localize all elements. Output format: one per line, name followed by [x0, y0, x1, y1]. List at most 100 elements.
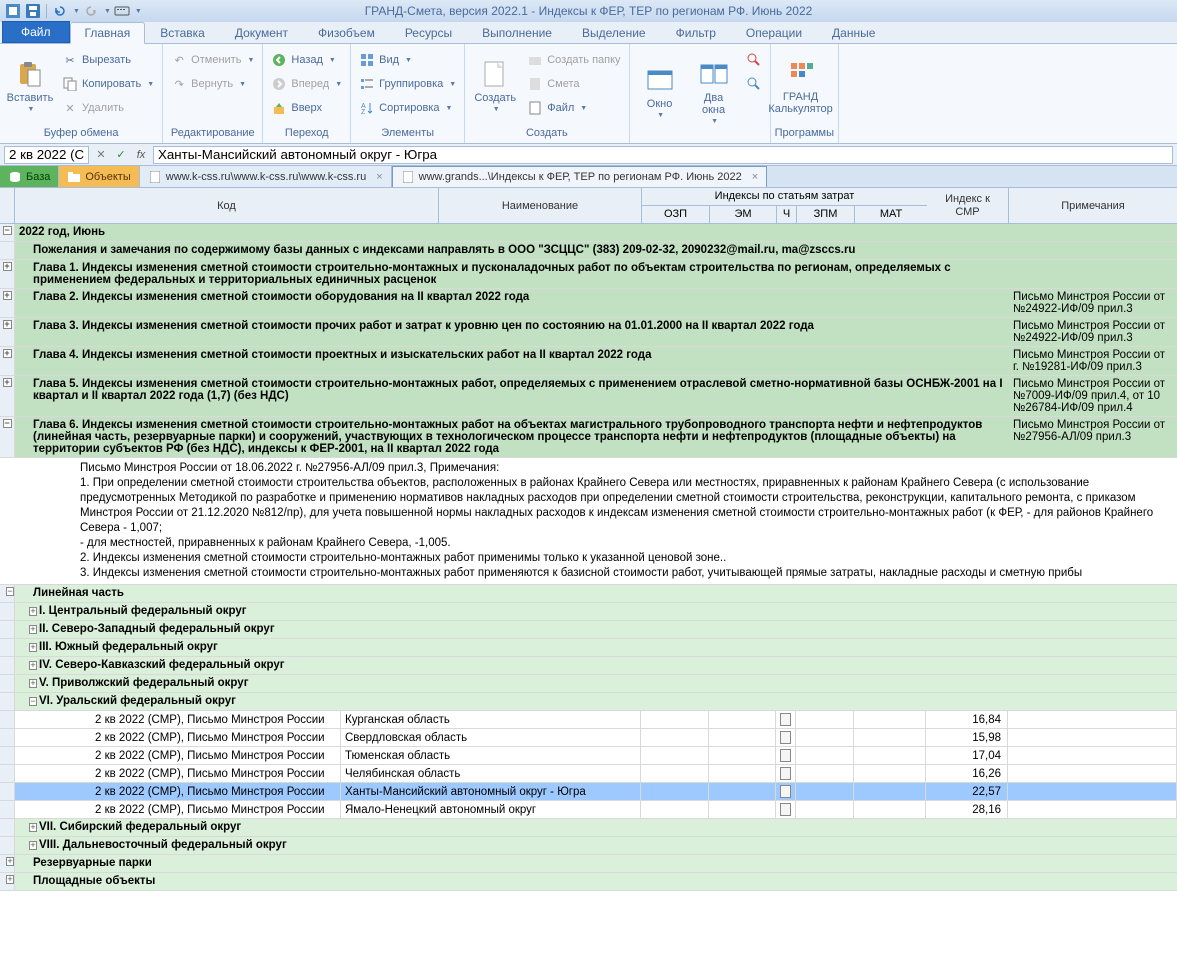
- col-mat[interactable]: МАТ: [855, 206, 927, 223]
- table-row[interactable]: 2 кв 2022 (СМР), Письмо Минстроя России …: [0, 801, 1177, 819]
- view-button[interactable]: Вид▼: [355, 48, 460, 72]
- table-row[interactable]: + Глава 4. Индексы изменения сметной сто…: [0, 347, 1177, 376]
- expander-icon[interactable]: +: [3, 349, 12, 358]
- calculator-button[interactable]: ГРАНД Калькулятор: [775, 46, 827, 125]
- create-folder-button[interactable]: Создать папку: [523, 48, 624, 72]
- delete-button[interactable]: ✕Удалить: [58, 96, 158, 120]
- keyboard-icon[interactable]: [113, 3, 131, 19]
- file-tab[interactable]: Файл: [2, 21, 70, 43]
- expander-icon[interactable]: +: [6, 857, 14, 866]
- tab-base[interactable]: База: [0, 166, 59, 187]
- tab-insert[interactable]: Вставка: [145, 22, 220, 43]
- name-box[interactable]: [4, 146, 89, 164]
- tab-objects[interactable]: Объекты: [59, 166, 139, 187]
- cut-button[interactable]: ✂Вырезать: [58, 48, 158, 72]
- undo-button[interactable]: ↶Отменить▼: [167, 48, 258, 72]
- tab-resources[interactable]: Ресурсы: [390, 22, 467, 43]
- sort-button[interactable]: AZСортировка▼: [355, 96, 460, 120]
- table-row[interactable]: 2 кв 2022 (СМР), Письмо Минстроя России …: [0, 729, 1177, 747]
- col-ozp[interactable]: ОЗП: [642, 206, 710, 223]
- table-row[interactable]: + III. Южный федеральный округ: [0, 639, 1177, 657]
- redo-dd[interactable]: ▼: [104, 8, 111, 15]
- up-button[interactable]: Вверх: [267, 96, 346, 120]
- undo-icon[interactable]: [51, 3, 69, 19]
- tab-physvol[interactable]: Физобъем: [303, 22, 390, 43]
- table-row[interactable]: − VI. Уральский федеральный округ: [0, 693, 1177, 711]
- table-row[interactable]: + Резервуарные парки: [0, 855, 1177, 873]
- qa-customize[interactable]: ▼: [135, 8, 142, 15]
- table-row[interactable]: + Глава 3. Индексы изменения сметной сто…: [0, 318, 1177, 347]
- col-name[interactable]: Наименование: [439, 188, 642, 223]
- table-row[interactable]: + VIII. Дальневосточный федеральный окру…: [0, 837, 1177, 855]
- redo-icon[interactable]: [82, 3, 100, 19]
- table-row[interactable]: + I. Центральный федеральный округ: [0, 603, 1177, 621]
- checkbox[interactable]: [780, 767, 791, 780]
- table-row[interactable]: + II. Северо-Западный федеральный округ: [0, 621, 1177, 639]
- expander-icon[interactable]: −: [3, 226, 12, 235]
- expander-icon[interactable]: +: [3, 262, 12, 271]
- table-row[interactable]: Пожелания и замечания по содержимому баз…: [0, 242, 1177, 260]
- table-row[interactable]: + IV. Северо-Кавказский федеральный окру…: [0, 657, 1177, 675]
- create-button[interactable]: Создать ▼: [469, 46, 521, 125]
- checkbox[interactable]: [780, 749, 791, 762]
- tab-main[interactable]: Главная: [70, 22, 146, 44]
- expander-icon[interactable]: +: [3, 378, 12, 387]
- table-row[interactable]: − 2022 год, Июнь: [0, 224, 1177, 242]
- search-next-button[interactable]: [742, 72, 766, 96]
- close-icon[interactable]: ×: [752, 171, 758, 183]
- expander-icon[interactable]: +: [3, 320, 12, 329]
- window-button[interactable]: Окно ▼: [634, 46, 686, 137]
- table-row[interactable]: + Глава 1. Индексы изменения сметной сто…: [0, 260, 1177, 289]
- tab-document[interactable]: Документ: [220, 22, 303, 43]
- checkbox[interactable]: [780, 803, 791, 816]
- formula-input[interactable]: [153, 146, 1173, 164]
- col-em[interactable]: ЭМ: [710, 206, 777, 223]
- fx-btn[interactable]: fx: [133, 147, 149, 163]
- paste-button[interactable]: Вставить ▼: [4, 46, 56, 125]
- expander-icon[interactable]: +: [3, 291, 12, 300]
- two-windows-button[interactable]: Два окна ▼: [688, 46, 740, 137]
- redo-button[interactable]: ↷Вернуть▼: [167, 72, 258, 96]
- table-row[interactable]: + Площадные объекты: [0, 873, 1177, 891]
- tab-web[interactable]: www.k-css.ru\www.k-css.ru\www.k-css.ru ×: [140, 166, 392, 187]
- forward-button[interactable]: Вперед▼: [267, 72, 346, 96]
- expander-icon[interactable]: −: [6, 587, 14, 596]
- checkbox[interactable]: [780, 731, 791, 744]
- table-row[interactable]: + V. Приволжский федеральный округ: [0, 675, 1177, 693]
- table-row[interactable]: 2 кв 2022 (СМР), Письмо Минстроя России …: [0, 765, 1177, 783]
- table-row[interactable]: − Линейная часть: [0, 585, 1177, 603]
- table-row[interactable]: − Глава 6. Индексы изменения сметной сто…: [0, 417, 1177, 458]
- table-row[interactable]: 2 кв 2022 (СМР), Письмо Минстроя России …: [0, 747, 1177, 765]
- create-file-button[interactable]: Файл▼: [523, 96, 624, 120]
- cancel-btn[interactable]: ✕: [93, 147, 109, 163]
- tab-operations[interactable]: Операции: [731, 22, 817, 43]
- back-button[interactable]: Назад▼: [267, 48, 346, 72]
- checkbox[interactable]: [780, 785, 791, 798]
- create-estimate-button[interactable]: Смета: [523, 72, 624, 96]
- table-row[interactable]: 2 кв 2022 (СМР), Письмо Минстроя России …: [0, 711, 1177, 729]
- tab-data[interactable]: Данные: [817, 22, 890, 43]
- table-row[interactable]: + VII. Сибирский федеральный округ: [0, 819, 1177, 837]
- col-code[interactable]: Код: [15, 188, 439, 223]
- table-row[interactable]: + Глава 5. Индексы изменения сметной сто…: [0, 376, 1177, 417]
- accept-btn[interactable]: ✓: [113, 147, 129, 163]
- checkbox[interactable]: [780, 713, 791, 726]
- tab-execution[interactable]: Выполнение: [467, 22, 567, 43]
- table-row[interactable]: + Глава 2. Индексы изменения сметной сто…: [0, 289, 1177, 318]
- expander-icon[interactable]: −: [3, 419, 12, 428]
- tab-active[interactable]: www.grands...\Индексы к ФЕР, ТЕР по реги…: [392, 166, 768, 187]
- save-icon[interactable]: [24, 3, 42, 19]
- col-notes[interactable]: Примечания: [1009, 188, 1177, 223]
- tab-filter[interactable]: Фильтр: [661, 22, 731, 43]
- search-button[interactable]: [742, 48, 766, 72]
- expander-icon[interactable]: +: [6, 875, 14, 884]
- col-cmr[interactable]: Индекс к СМР: [927, 188, 1009, 223]
- table-row[interactable]: 2 кв 2022 (СМР), Письмо Минстроя России …: [0, 783, 1177, 801]
- col-ch[interactable]: Ч: [777, 206, 797, 223]
- close-icon[interactable]: ×: [376, 171, 382, 183]
- copy-button[interactable]: Копировать▼: [58, 72, 158, 96]
- undo-dd[interactable]: ▼: [73, 8, 80, 15]
- grid-body[interactable]: − 2022 год, Июнь Пожелания и замечания п…: [0, 224, 1177, 960]
- group-button[interactable]: Группировка▼: [355, 72, 460, 96]
- col-zpm[interactable]: ЗПМ: [797, 206, 855, 223]
